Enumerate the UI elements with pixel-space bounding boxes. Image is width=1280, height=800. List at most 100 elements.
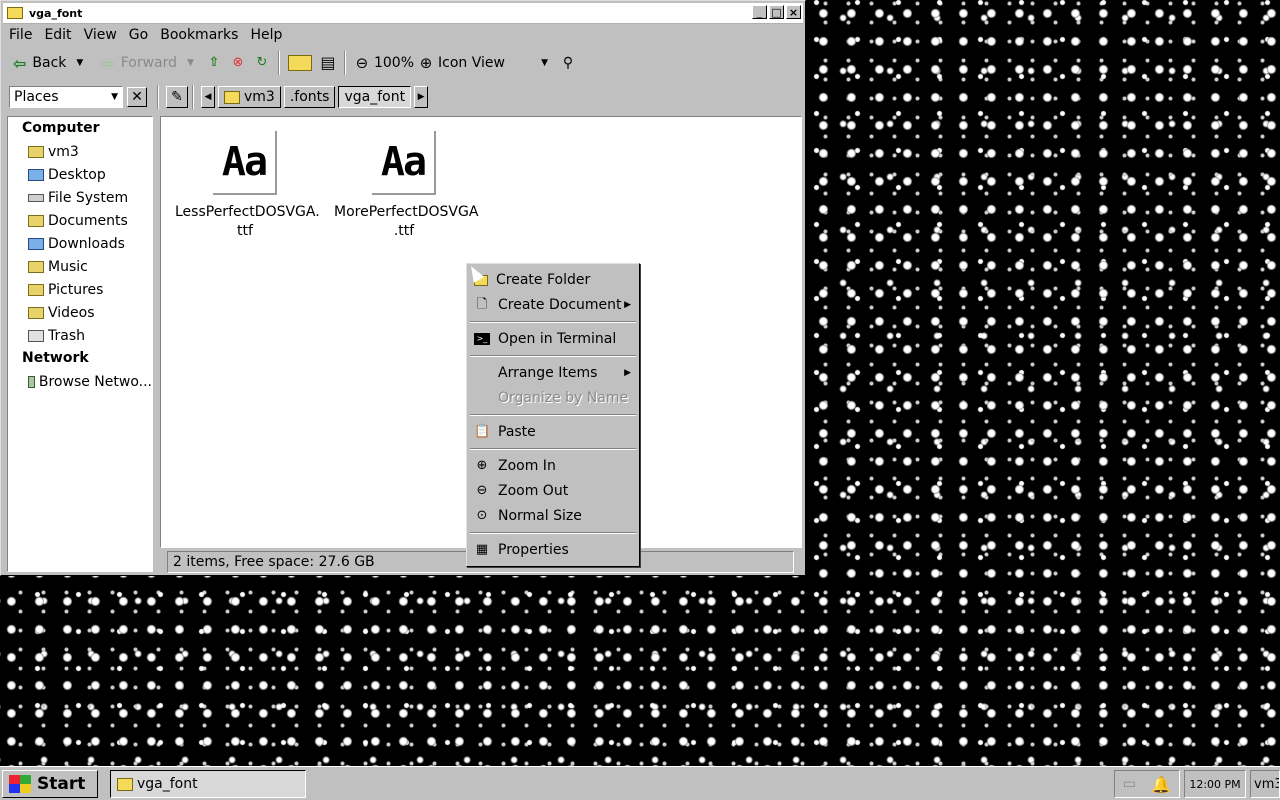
windows-logo-icon [9,775,31,793]
taskbar: Start vga_font ▭ 🔔 12:00 PM vm3 [0,766,1280,800]
folder-icon [28,306,44,319]
menu-item-paste[interactable]: 📋 Paste [469,420,637,444]
taskbar-item-vga-font[interactable]: vga_font [110,770,306,798]
folder-icon [28,214,44,227]
location-separator [192,85,194,109]
zoom-out-icon: ⊖ [476,483,488,498]
file-name: MorePerfectDOSVGA .ttf [334,204,479,239]
sidebar-item-pictures[interactable]: Pictures [8,278,152,301]
zoom-out-icon[interactable]: ⊖ [354,55,370,71]
sidebar-item-browse-network[interactable]: Browse Netwo... [8,370,152,393]
menu-file[interactable]: File [3,27,38,43]
battery-icon[interactable]: ▭ [1123,776,1136,792]
maximize-button[interactable]: □ [769,5,784,19]
downloads-icon [28,237,44,250]
sidebar-item-trash[interactable]: Trash [8,324,152,347]
edit-location-button[interactable]: ✎ [166,86,188,108]
menu-item-zoom-in[interactable]: ⊕ Zoom In [469,454,637,478]
title-bar[interactable]: vga_font _ □ × [3,3,803,24]
font-file-icon: Aa [213,131,277,195]
view-mode-select[interactable]: Icon View ▼ [438,55,548,71]
toolbar: ⇦ Back ▼ ⇨ Forward ▼ ⇧ ⊗ ↻ ▤ ⊖ 100% ⊕ Ic… [3,47,803,79]
music-folder-icon [28,260,44,273]
zoom-in-icon[interactable]: ⊕ [418,55,434,71]
window-title: vga_font [29,6,83,20]
menu-item-zoom-out[interactable]: ⊖ Zoom Out [469,479,637,503]
crumb-vga-font[interactable]: vga_font [338,86,412,108]
organize-icon [474,390,490,406]
sidebar-heading-network: Network [22,350,89,366]
close-sidebar-button[interactable]: ✕ [127,87,147,107]
pictures-folder-icon [28,283,44,296]
stop-icon[interactable]: ⊗ [230,55,246,71]
context-menu: Create Folder 🗋 Create Document ▶ >_ Ope… [466,263,640,567]
menu-separator [470,532,636,534]
path-scroll-left[interactable]: ◀ [201,86,215,108]
paste-icon: 📋 [474,424,491,439]
sidebar-heading-computer: Computer [22,120,100,136]
menu-item-arrange-items[interactable]: Arrange Items ▶ [469,361,637,385]
sidebar-item-file-system[interactable]: File System [8,186,152,209]
location-bar: Places ▼ ✕ ✎ ◀ vm3 .fonts vga_font ▶ [3,83,803,111]
forward-button[interactable]: ⇨ Forward ▼ [91,54,194,73]
back-button[interactable]: ⇦ Back ▼ [3,54,83,73]
zoom-in-icon: ⊕ [476,458,488,473]
menu-item-normal-size[interactable]: ⊙ Normal Size [469,504,637,528]
chevron-down-icon: ▼ [111,92,118,102]
submenu-arrow-icon: ▶ [624,300,631,310]
file-item[interactable]: Aa MorePerfectDOSVGA .ttf [334,131,479,241]
menu-item-open-terminal[interactable]: >_ Open in Terminal [469,327,637,351]
back-arrow-icon: ⇦ [13,53,27,73]
font-file-icon: Aa [372,131,436,195]
menu-edit[interactable]: Edit [38,27,77,43]
path-scroll-right[interactable]: ▶ [414,86,429,108]
menu-view[interactable]: View [78,27,123,43]
document-icon: 🗋 [476,297,488,312]
home-folder-icon [224,90,240,104]
sidebar-item-vm3[interactable]: vm3 [8,140,152,163]
sidebar-item-documents[interactable]: Documents [8,209,152,232]
computer-icon[interactable]: ▤ [320,55,336,71]
sidebar-item-music[interactable]: Music [8,255,152,278]
chevron-down-icon: ▼ [541,58,548,68]
start-button[interactable]: Start [2,770,98,798]
sidebar-item-videos[interactable]: Videos [8,301,152,324]
menu-item-create-folder[interactable]: Create Folder [469,268,637,292]
menu-separator [470,414,636,416]
toolbar-separator [277,51,280,75]
zoom-level: 100% [373,55,414,71]
zoom-normal-icon: ⊙ [476,508,488,523]
system-tray: ▭ 🔔 [1114,770,1180,798]
menu-go[interactable]: Go [123,27,154,43]
reload-icon[interactable]: ↻ [254,55,270,71]
user-indicator[interactable]: vm3 [1250,770,1280,798]
file-item[interactable]: Aa LessPerfectDOSVGA. ttf [175,131,320,241]
crumb-vm3[interactable]: vm3 [218,86,281,108]
clock[interactable]: 12:00 PM [1184,770,1246,798]
sidebar-item-desktop[interactable]: Desktop [8,163,152,186]
network-icon [28,375,35,388]
back-dropdown-icon[interactable]: ▼ [76,58,83,68]
arrange-icon [474,365,490,381]
menu-help[interactable]: Help [244,27,288,43]
menu-bookmarks[interactable]: Bookmarks [154,27,244,43]
terminal-icon: >_ [474,333,490,345]
menu-item-properties[interactable]: ▦ Properties [469,538,637,562]
minimize-button[interactable]: _ [752,5,767,19]
menu-separator [470,321,636,323]
forward-dropdown-icon[interactable]: ▼ [187,58,194,68]
close-button[interactable]: × [786,5,801,19]
properties-icon: ▦ [475,542,489,557]
search-binoculars-icon[interactable]: ⚲ [560,55,576,71]
location-separator [157,85,159,109]
home-icon[interactable] [287,55,312,71]
up-icon[interactable]: ⇧ [206,55,222,71]
menu-item-create-document[interactable]: 🗋 Create Document ▶ [469,293,637,317]
forward-arrow-icon: ⇨ [101,53,115,73]
sidebar-item-downloads[interactable]: Downloads [8,232,152,255]
places-dropdown[interactable]: Places ▼ [9,86,123,108]
places-sidebar: Computer vm3 Desktop File System Documen… [7,116,153,572]
notification-bell-icon[interactable]: 🔔 [1151,775,1171,794]
drive-icon [28,193,44,202]
crumb-fonts[interactable]: .fonts [283,86,336,108]
